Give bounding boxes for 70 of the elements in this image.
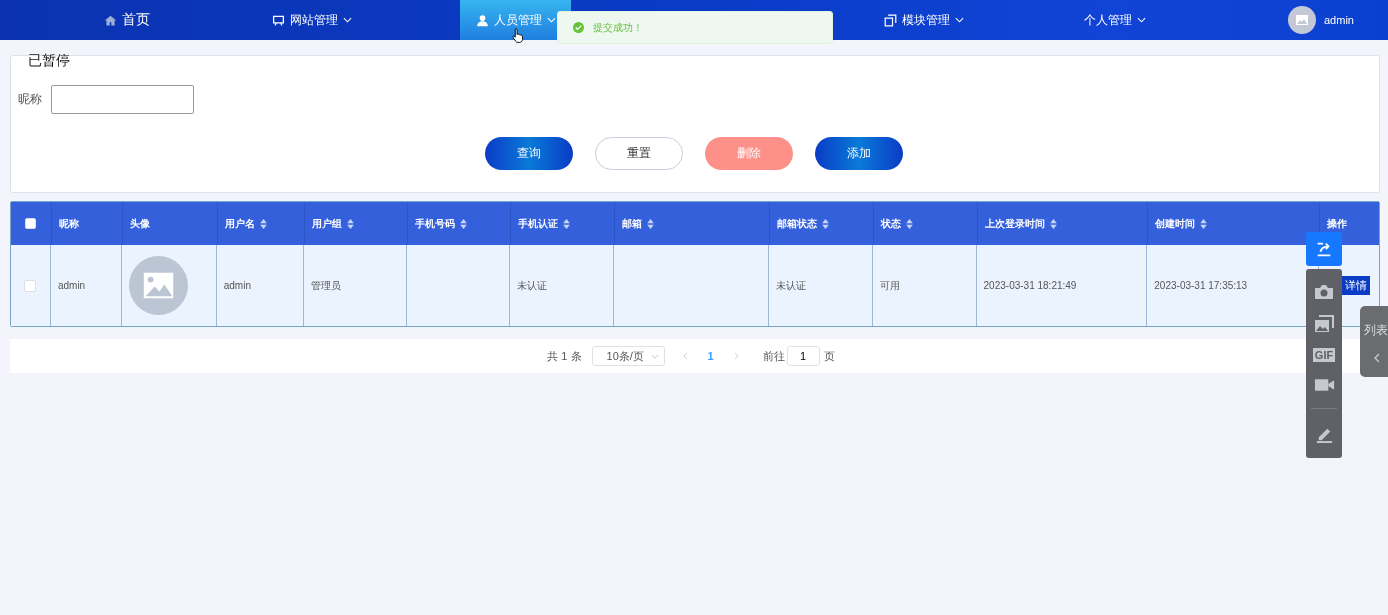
toast-message: 提交成功！ xyxy=(593,20,643,35)
page-suffix: 页 xyxy=(823,348,835,364)
table-cell: 可用 xyxy=(879,278,900,293)
avatar-icon[interactable] xyxy=(1288,6,1316,34)
goto-label: 前往 xyxy=(762,348,785,364)
chevron-left-icon xyxy=(1374,353,1380,363)
select-all-checkbox[interactable] xyxy=(25,218,37,229)
page-size-select[interactable]: 10条/页 xyxy=(591,346,665,366)
nav-tab[interactable]: 个人管理 xyxy=(1059,0,1170,40)
video-camera-icon[interactable] xyxy=(1313,376,1335,393)
caret-icon xyxy=(342,17,352,23)
action-button[interactable]: 添加 xyxy=(814,137,903,170)
sort-icon[interactable] xyxy=(905,218,913,229)
column-label: 头像 xyxy=(129,216,150,231)
home-icon xyxy=(103,13,117,27)
column-label: 手机认证 xyxy=(518,216,559,231)
nav-tab[interactable]: 模块管理 xyxy=(868,0,979,40)
caret-icon xyxy=(1136,17,1146,23)
sort-icon[interactable] xyxy=(460,218,468,229)
table-cell: admin xyxy=(223,280,251,291)
check-circle-icon xyxy=(573,22,584,33)
hand-cursor-icon xyxy=(512,27,525,44)
column-label: 操作 xyxy=(1327,216,1348,231)
detail-button[interactable]: 详情 xyxy=(1342,276,1371,295)
column-label: 用户名 xyxy=(224,216,255,231)
sort-icon[interactable] xyxy=(1049,218,1057,229)
row-checkbox[interactable] xyxy=(24,279,37,292)
nav-tab[interactable]: 首页 xyxy=(71,0,182,40)
nav-tab[interactable]: 网站管理 xyxy=(256,0,367,40)
column-label: 邮箱 xyxy=(622,216,643,231)
side-tab[interactable]: 列表 xyxy=(1360,306,1388,377)
table-cell: 未认证 xyxy=(517,278,548,293)
action-button[interactable]: 重置 xyxy=(594,137,683,170)
caret-icon xyxy=(546,17,556,23)
column-label: 手机号码 xyxy=(415,216,456,231)
table-cell: admin xyxy=(57,280,86,291)
gif-icon[interactable]: GIF xyxy=(1312,348,1336,363)
images-icon[interactable] xyxy=(1314,315,1334,334)
table-cell: 2023-03-31 17:35:13 xyxy=(1154,280,1248,291)
share-button[interactable] xyxy=(1306,232,1342,266)
user-icon xyxy=(475,13,489,27)
nickname-input[interactable] xyxy=(51,85,194,114)
table-cell: 2023-03-31 18:21:49 xyxy=(983,280,1077,291)
goto-page-input[interactable]: 1 xyxy=(786,346,820,366)
field-label: 昵称 xyxy=(18,91,42,108)
sort-icon[interactable] xyxy=(821,218,829,229)
sort-icon[interactable] xyxy=(647,218,655,229)
copy-icon xyxy=(883,13,897,27)
sort-icon[interactable] xyxy=(259,218,267,229)
column-label: 状态 xyxy=(880,216,901,231)
sort-icon[interactable] xyxy=(346,218,354,229)
total-count: 共 1 条 xyxy=(547,348,582,364)
monitor-icon xyxy=(271,13,285,27)
column-label: 邮箱状态 xyxy=(776,216,817,231)
chevron-down-icon xyxy=(650,353,659,359)
table-cell: 未认证 xyxy=(775,278,806,293)
column-label: 昵称 xyxy=(58,216,79,231)
caret-icon xyxy=(954,17,964,23)
camera-icon[interactable] xyxy=(1314,284,1334,301)
column-label: 上次登录时间 xyxy=(984,216,1045,231)
share-icon xyxy=(1315,240,1333,258)
action-button[interactable]: 查询 xyxy=(484,137,573,170)
image-placeholder-icon xyxy=(128,256,188,315)
column-label: 用户组 xyxy=(311,216,342,231)
sort-icon[interactable] xyxy=(563,218,571,229)
table-cell: 管理员 xyxy=(310,278,341,293)
column-label: 创建时间 xyxy=(1155,216,1196,231)
sort-icon[interactable] xyxy=(1200,218,1208,229)
recording-status: 已暂停 xyxy=(28,52,70,70)
user-name[interactable]: admin xyxy=(1324,14,1354,26)
